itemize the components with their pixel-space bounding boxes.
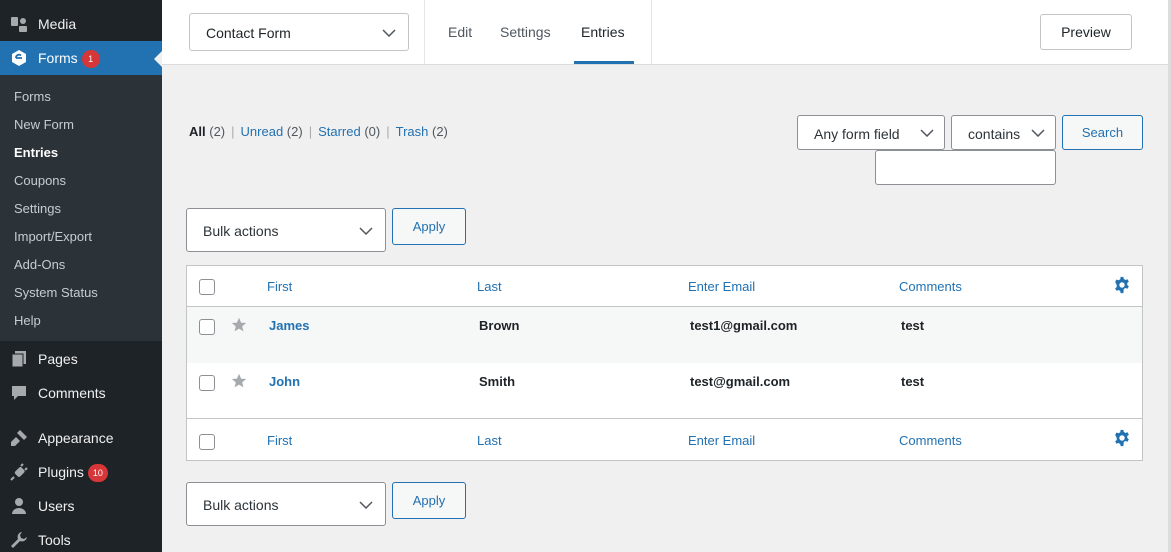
column-email[interactable]: Enter Email — [688, 433, 755, 448]
forms-count-badge: 1 — [82, 50, 100, 68]
plugins-update-badge: 10 — [88, 464, 108, 482]
menu-label: Comments — [38, 385, 106, 401]
divider — [651, 0, 652, 64]
select-all-checkbox[interactable] — [199, 279, 215, 295]
bulk-actions-select-bottom[interactable]: Bulk actions — [186, 482, 386, 526]
forms-submenu: Forms New Form Entries Coupons Settings … — [0, 75, 162, 341]
chevron-down-icon — [359, 227, 373, 235]
menu-label: Forms — [38, 50, 78, 66]
active-tab-indicator — [574, 61, 634, 64]
search-field-value: Any form field — [814, 126, 900, 142]
menu-label: Tools — [38, 532, 71, 548]
menu-tools[interactable]: Tools — [0, 523, 162, 552]
table-row[interactable]: James Brown test1@gmail.com test — [187, 307, 1142, 363]
menu-label: Appearance — [38, 430, 114, 446]
form-toolbar: Contact Form Edit Settings Entries Previ… — [162, 0, 1171, 65]
column-first[interactable]: First — [267, 279, 292, 294]
menu-plugins[interactable]: Plugins10 — [0, 455, 162, 489]
apply-button-bottom[interactable]: Apply — [392, 482, 466, 519]
search-button[interactable]: Search — [1062, 115, 1143, 150]
submenu-add-ons[interactable]: Add-Ons — [14, 257, 65, 272]
submenu-settings[interactable]: Settings — [14, 201, 61, 216]
entry-first-name[interactable]: John — [269, 374, 300, 389]
entry-last-name: Smith — [479, 374, 515, 389]
filter-trash[interactable]: Trash (2) — [396, 124, 448, 139]
form-switcher-value: Contact Form — [206, 25, 291, 41]
entry-last-name: Brown — [479, 318, 519, 333]
entry-comments: test — [901, 318, 924, 333]
table-row[interactable]: John Smith test@gmail.com test — [187, 363, 1142, 419]
pages-icon — [10, 350, 28, 368]
table-footer: First Last Enter Email Comments — [187, 420, 1142, 460]
preview-button[interactable]: Preview — [1040, 14, 1132, 50]
search-operator-value: contains — [968, 126, 1020, 142]
bulk-actions-value: Bulk actions — [203, 497, 278, 513]
tools-icon — [10, 531, 28, 549]
form-switcher-select[interactable]: Contact Form — [189, 13, 409, 51]
column-last[interactable]: Last — [477, 433, 502, 448]
menu-label: Media — [38, 16, 76, 32]
bulk-actions-value: Bulk actions — [203, 223, 278, 239]
search-input[interactable] — [875, 150, 1056, 185]
chevron-down-icon — [1031, 129, 1045, 137]
search-operator-select[interactable]: contains — [951, 115, 1056, 150]
appearance-icon — [10, 429, 28, 447]
submenu-entries[interactable]: Entries — [14, 145, 58, 160]
bulk-actions-select-top[interactable]: Bulk actions — [186, 208, 386, 252]
menu-label: Pages — [38, 351, 78, 367]
select-all-checkbox-footer[interactable] — [199, 434, 215, 450]
submenu-new-form[interactable]: New Form — [14, 117, 74, 132]
entry-first-name[interactable]: James — [269, 318, 309, 333]
column-comments[interactable]: Comments — [899, 279, 962, 294]
admin-sidebar: Media Forms1 Forms New Form Entries Coup… — [0, 0, 162, 552]
column-last[interactable]: Last — [477, 279, 502, 294]
submenu-system-status[interactable]: System Status — [14, 285, 98, 300]
comments-icon — [10, 384, 28, 402]
chevron-down-icon — [382, 29, 396, 37]
apply-button-top[interactable]: Apply — [392, 208, 466, 245]
star-icon[interactable] — [231, 373, 247, 389]
search-field-select[interactable]: Any form field — [797, 115, 945, 150]
media-icon — [10, 15, 28, 33]
menu-users[interactable]: Users — [0, 489, 162, 523]
entry-email: test@gmail.com — [690, 374, 790, 389]
filter-unread[interactable]: Unread (2) — [241, 124, 303, 139]
tab-entries[interactable]: Entries — [581, 24, 625, 40]
star-icon[interactable] — [231, 317, 247, 333]
menu-label: Users — [38, 498, 75, 514]
submenu-help[interactable]: Help — [14, 313, 41, 328]
menu-label: Plugins — [38, 464, 84, 480]
chevron-down-icon — [920, 129, 934, 137]
gear-icon[interactable] — [1113, 276, 1131, 294]
chevron-down-icon — [359, 501, 373, 509]
filter-all[interactable]: All (2) — [189, 124, 225, 139]
menu-comments[interactable]: Comments — [0, 376, 162, 410]
menu-appearance[interactable]: Appearance — [0, 421, 162, 455]
entries-table: First Last Enter Email Comments James Br… — [186, 265, 1143, 461]
row-checkbox[interactable] — [199, 319, 215, 335]
column-first[interactable]: First — [267, 433, 292, 448]
menu-pages[interactable]: Pages — [0, 342, 162, 376]
gear-icon[interactable] — [1113, 429, 1131, 447]
divider — [424, 0, 425, 64]
menu-forms[interactable]: Forms1 — [0, 41, 162, 75]
tab-settings[interactable]: Settings — [500, 24, 551, 40]
entry-comments: test — [901, 374, 924, 389]
current-menu-arrow — [154, 51, 162, 67]
column-email[interactable]: Enter Email — [688, 279, 755, 294]
forms-icon — [10, 49, 28, 67]
row-checkbox[interactable] — [199, 375, 215, 391]
filter-starred[interactable]: Starred (0) — [318, 124, 380, 139]
column-comments[interactable]: Comments — [899, 433, 962, 448]
table-header: First Last Enter Email Comments — [187, 266, 1142, 307]
entry-email: test1@gmail.com — [690, 318, 797, 333]
users-icon — [10, 497, 28, 515]
tab-edit[interactable]: Edit — [448, 24, 472, 40]
entry-filter-links: All (2)|Unread (2)|Starred (0)|Trash (2) — [189, 124, 448, 139]
submenu-forms[interactable]: Forms — [14, 89, 51, 104]
menu-media[interactable]: Media — [0, 7, 162, 41]
submenu-coupons[interactable]: Coupons — [14, 173, 66, 188]
plugins-icon — [10, 463, 28, 481]
submenu-import-export[interactable]: Import/Export — [14, 229, 92, 244]
